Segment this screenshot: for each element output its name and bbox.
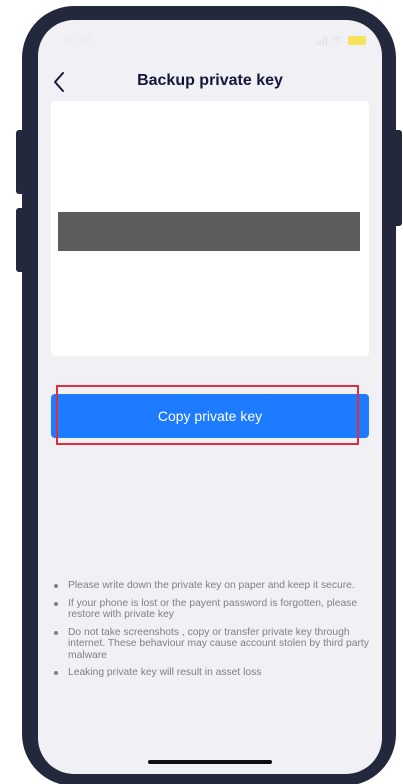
page-title: Backup private key xyxy=(137,72,283,89)
note-text: If your phone is lost or the payent pass… xyxy=(68,597,358,621)
stage: 3:36 Backup private key Copy private key… xyxy=(0,0,403,784)
private-key-card xyxy=(51,101,369,356)
battery-icon xyxy=(348,35,366,45)
status-bar: 3:36 xyxy=(38,20,382,62)
home-indicator xyxy=(148,760,272,764)
copy-private-key-label: Copy private key xyxy=(157,408,263,424)
nav-bar: Backup private key xyxy=(38,68,382,98)
bullet-icon xyxy=(54,584,58,588)
wifi-icon xyxy=(332,36,343,45)
bullet-icon xyxy=(54,601,58,606)
status-icons xyxy=(316,34,366,46)
bullet-icon xyxy=(54,630,58,635)
note-text: Please write down the private key on pap… xyxy=(68,580,355,591)
note-item: Please write down the private key on pap… xyxy=(52,580,370,592)
note-item: If your phone is lost or the payent pass… xyxy=(52,598,370,621)
bullet-icon xyxy=(54,671,58,675)
note-text: Leaking private key will result in asset… xyxy=(68,667,262,678)
screen: 3:36 Backup private key Copy private key… xyxy=(38,20,382,774)
copy-private-key-button[interactable]: Copy private key xyxy=(51,394,369,438)
note-item: Do not take screenshots , copy or transf… xyxy=(52,627,370,662)
status-time: 3:36 xyxy=(64,32,94,48)
note-item: Leaking private key will result in asset… xyxy=(52,667,370,679)
signal-icon xyxy=(316,35,327,45)
note-text: Do not take screenshots , copy or transf… xyxy=(68,626,369,661)
notes-list: Please write down the private key on pap… xyxy=(52,580,370,685)
private-key-redacted xyxy=(58,212,360,251)
